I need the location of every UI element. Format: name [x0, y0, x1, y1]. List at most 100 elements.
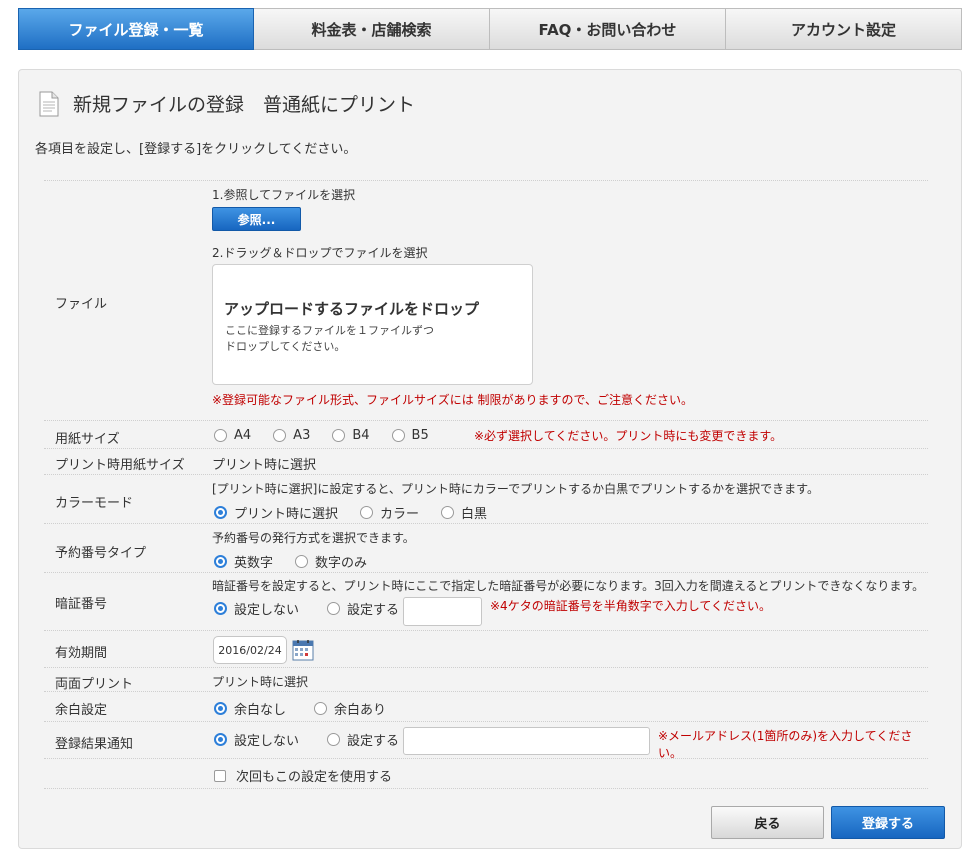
- color-mode-option-label: カラー: [380, 507, 420, 522]
- margin-option-label: 余白あり: [334, 703, 387, 718]
- reservation-type-alnum[interactable]: 英数字: [214, 552, 273, 571]
- paper-size-option-label: A4: [234, 428, 252, 443]
- radio-icon: [441, 506, 455, 519]
- drop-zone[interactable]: アップロードするファイルをドロップ ここに登録するファイルを１ファイルずつ ドロ…: [212, 264, 533, 385]
- pin-option-label: 設定しない: [234, 603, 300, 618]
- calendar-icon[interactable]: [292, 639, 314, 661]
- paper-size-b4[interactable]: B4: [332, 428, 370, 443]
- drop-description: ここに登録するファイルを１ファイルずつ ドロップしてください。: [225, 323, 434, 355]
- color-mode-option-label: 白黒: [461, 507, 488, 522]
- file-row: ファイル 1.参照してファイルを選択 参照... 2.ドラッグ＆ドロップでファイ…: [44, 180, 928, 421]
- reservation-type-option-label: 英数字: [234, 556, 274, 571]
- color-mode-print-select[interactable]: プリント時に選択: [214, 503, 338, 522]
- registration-panel: 新規ファイルの登録 普通紙にプリント 各項目を設定し、[登録する]をクリックして…: [18, 69, 962, 849]
- pin-row: 暗証番号 暗証番号を設定すると、プリント時にここで指定した暗証番号が必要になりま…: [44, 572, 928, 631]
- radio-icon: [214, 506, 227, 519]
- page-title: 新規ファイルの登録 普通紙にプリント: [73, 94, 416, 116]
- radio-icon: [214, 429, 227, 442]
- duplex-row: 両面プリント プリント時に選択: [44, 667, 928, 692]
- notify-note: ※メールアドレス(1箇所のみ)を入力してください。: [658, 729, 913, 760]
- file-step1-text: 1.参照してファイルを選択: [212, 188, 356, 202]
- expiry-date-input[interactable]: 2016/02/24: [213, 636, 287, 664]
- pin-description: 暗証番号を設定すると、プリント時にここで指定した暗証番号が必要になります。3回入…: [212, 579, 925, 593]
- paper-size-a4[interactable]: A4: [214, 428, 251, 443]
- print-paper-size-label: プリント時用紙サイズ: [55, 458, 185, 473]
- margin-label: 余白設定: [55, 703, 108, 718]
- pin-on[interactable]: 設定する: [327, 599, 399, 618]
- notify-options: 設定しない 設定する: [214, 730, 413, 749]
- intro-text: 各項目を設定し、[登録する]をクリックしてください。: [35, 142, 357, 157]
- reservation-type-numeric[interactable]: 数字のみ: [295, 552, 367, 571]
- notify-off[interactable]: 設定しない: [214, 730, 299, 749]
- notify-option-label: 設定しない: [234, 734, 300, 749]
- tab-faq-contact[interactable]: FAQ・お問い合わせ: [490, 8, 726, 50]
- print-paper-size-value: プリント時に選択: [212, 458, 317, 473]
- browse-button[interactable]: 参照...: [212, 207, 301, 231]
- margin-option-label: 余白なし: [234, 703, 287, 718]
- paper-size-option-label: B5: [411, 428, 429, 443]
- margin-none[interactable]: 余白なし: [214, 699, 286, 718]
- paper-size-option-label: B4: [352, 428, 370, 443]
- color-mode-label: カラーモード: [55, 496, 134, 511]
- main-tabs: ファイル登録・一覧 料金表・店舗検索 FAQ・お問い合わせ アカウント設定: [18, 8, 962, 51]
- duplex-value: プリント時に選択: [212, 675, 309, 689]
- tab-account-settings[interactable]: アカウント設定: [726, 8, 962, 50]
- paper-size-row: 用紙サイズ A4 A3 B4 B5 ※必ず選択してください。プリント時にも変更で…: [44, 420, 928, 449]
- pin-input[interactable]: [403, 597, 482, 626]
- pin-off[interactable]: 設定しない: [214, 599, 299, 618]
- drop-description-line2: ドロップしてください。: [225, 340, 346, 353]
- title-row: 新規ファイルの登録 普通紙にプリント: [39, 90, 415, 117]
- paper-size-b5[interactable]: B5: [391, 428, 429, 443]
- radio-icon: [327, 733, 341, 746]
- reservation-type-options: 英数字 数字のみ: [214, 552, 381, 571]
- tab-file-register[interactable]: ファイル登録・一覧: [18, 8, 254, 50]
- color-mode-mono[interactable]: 白黒: [441, 503, 487, 522]
- register-button[interactable]: 登録する: [831, 806, 945, 839]
- paper-size-note: ※必ず選択してください。プリント時にも変更できます。: [474, 429, 783, 443]
- pin-label: 暗証番号: [55, 597, 108, 612]
- radio-icon: [360, 506, 374, 519]
- notify-email-input[interactable]: [403, 727, 650, 755]
- remember-checkbox[interactable]: 次回もこの設定を使用する: [214, 766, 392, 785]
- paper-size-option-label: A3: [293, 428, 311, 443]
- margin-options: 余白なし 余白あり: [214, 699, 400, 718]
- radio-icon: [391, 429, 405, 442]
- radio-icon: [214, 733, 227, 746]
- checkbox-icon: [214, 769, 226, 782]
- margin-row: 余白設定 余白なし 余白あり: [44, 691, 928, 722]
- paper-size-a3[interactable]: A3: [273, 428, 310, 443]
- drop-title: アップロードするファイルをドロップ: [224, 300, 480, 318]
- tab-price-store[interactable]: 料金表・店舗検索: [254, 8, 490, 50]
- radio-icon: [327, 602, 341, 615]
- file-notice: ※登録可能なファイル形式、ファイルサイズには 制限がありますので、ご注意ください…: [212, 393, 694, 407]
- radio-icon: [273, 429, 287, 442]
- back-button[interactable]: 戻る: [711, 806, 824, 839]
- notify-on[interactable]: 設定する: [327, 730, 399, 749]
- radio-icon: [295, 555, 309, 568]
- notify-label: 登録結果通知: [55, 737, 134, 752]
- pin-note: ※4ケタの暗証番号を半角数字で入力してください。: [490, 599, 771, 613]
- reservation-type-row: 予約番号タイプ 予約番号の発行方式を選択できます。 英数字 数字のみ: [44, 523, 928, 573]
- document-icon: [39, 91, 59, 117]
- color-mode-color[interactable]: カラー: [360, 503, 419, 522]
- radio-icon: [214, 555, 227, 568]
- expiry-row: 有効期間 2016/02/24: [44, 630, 928, 668]
- radio-icon: [214, 602, 227, 615]
- color-mode-description: [プリント時に選択]に設定すると、プリント時にカラーでプリントするか白黒でプリン…: [212, 482, 819, 496]
- radio-icon: [314, 702, 328, 715]
- paper-size-options: A4 A3 B4 B5: [214, 428, 443, 443]
- remember-row: 次回もこの設定を使用する: [44, 758, 928, 789]
- margin-with[interactable]: 余白あり: [314, 699, 386, 718]
- file-step2-text: 2.ドラッグ＆ドロップでファイルを選択: [212, 246, 428, 260]
- notify-option-label: 設定する: [347, 734, 400, 749]
- remember-label: 次回もこの設定を使用する: [236, 770, 393, 785]
- radio-icon: [214, 702, 227, 715]
- notify-row: 登録結果通知 設定しない 設定する ※メールアドレス(1箇所のみ)を入力してくだ…: [44, 721, 928, 760]
- pin-options: 設定しない 設定する: [214, 599, 413, 618]
- color-mode-option-label: プリント時に選択: [234, 507, 339, 522]
- color-mode-row: カラーモード [プリント時に選択]に設定すると、プリント時にカラーでプリントする…: [44, 474, 928, 524]
- pin-option-label: 設定する: [347, 603, 400, 618]
- duplex-label: 両面プリント: [55, 677, 134, 692]
- reservation-type-description: 予約番号の発行方式を選択できます。: [212, 531, 415, 545]
- expiry-label: 有効期間: [55, 646, 108, 661]
